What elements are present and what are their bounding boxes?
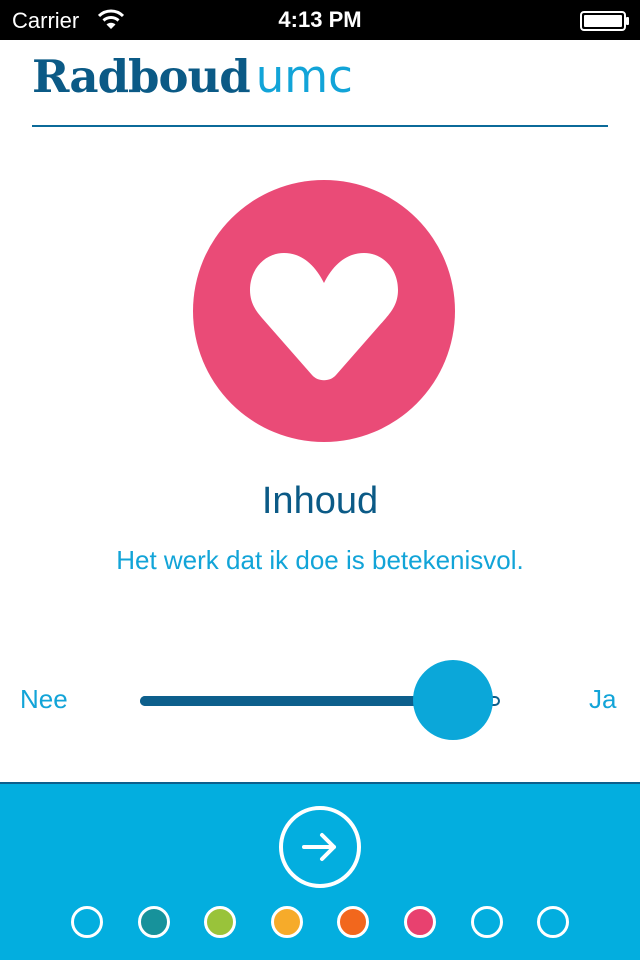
agreement-slider[interactable] bbox=[140, 660, 500, 740]
topic-icon-circle bbox=[193, 180, 455, 442]
scale-max-label: Ja bbox=[589, 684, 617, 714]
clock: 4:13 PM bbox=[278, 7, 362, 32]
status-bar: Carrier 4:13 PM bbox=[0, 0, 640, 40]
topic-title: Inhoud bbox=[261, 480, 379, 522]
progress-dot-6 bbox=[404, 906, 436, 938]
logo-text-radboud: Radboud bbox=[32, 50, 251, 103]
header-divider bbox=[32, 125, 608, 127]
progress-dot-7 bbox=[471, 906, 503, 938]
topic-statement: Het werk dat ik doe is betekenisvol. bbox=[116, 545, 524, 575]
bottom-navigation-panel bbox=[0, 782, 640, 960]
slider-track-fill bbox=[140, 696, 454, 706]
progress-dot-3 bbox=[204, 906, 236, 938]
arrow-right-icon bbox=[302, 833, 336, 861]
heart-icon bbox=[250, 253, 398, 381]
progress-dot-8 bbox=[537, 906, 569, 938]
battery-icon bbox=[580, 11, 629, 31]
progress-dot-5 bbox=[337, 906, 369, 938]
logo-text-umc: umc bbox=[255, 50, 353, 103]
progress-dot-2 bbox=[138, 906, 170, 938]
progress-dot-4 bbox=[271, 906, 303, 938]
progress-dot-1 bbox=[71, 906, 103, 938]
radboudumc-logo: Radboud umc bbox=[32, 50, 353, 106]
next-button[interactable] bbox=[279, 806, 361, 888]
scale-min-label: Nee bbox=[20, 684, 68, 714]
slider-thumb[interactable] bbox=[413, 660, 494, 740]
progress-dots bbox=[0, 906, 640, 938]
